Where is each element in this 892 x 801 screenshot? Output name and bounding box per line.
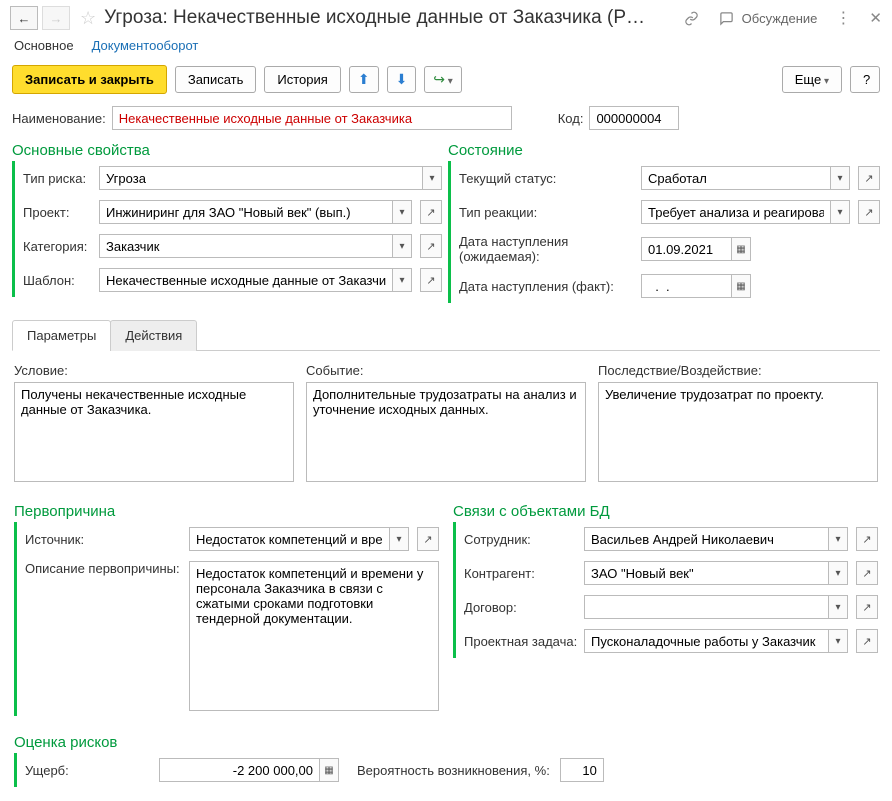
page-title: Угроза: Некачественные исходные данные о… [104,7,670,29]
status-label: Текущий статус: [459,171,637,186]
arrow-down-icon: ⬇ [396,71,408,87]
condition-textarea[interactable] [14,382,294,482]
source-label: Источник: [25,532,185,547]
desc-label: Описание первопричины: [25,561,185,576]
date-exp-calendar[interactable]: ▦ [731,237,751,261]
prob-label: Вероятность возникновения, %: [357,763,550,778]
arrow-right-icon: → [50,11,63,26]
section-links: Связи с объектами БД [453,495,878,522]
risk-type-label: Тип риска: [23,171,95,186]
counterparty-label: Контрагент: [464,566,580,581]
calendar-icon: ▦ [736,244,745,255]
employee-open[interactable]: ↗ [856,527,878,551]
task-label: Проектная задача: [464,634,580,649]
source-dropdown[interactable]: ▾ [389,527,409,551]
template-input[interactable] [99,268,392,292]
code-input[interactable] [589,106,679,130]
section-main-props: Основные свойства [12,134,442,161]
counterparty-open[interactable]: ↗ [856,561,878,585]
project-label: Проект: [23,205,95,220]
contract-label: Договор: [464,600,580,615]
goto-icon: ↪ [433,71,445,87]
status-open[interactable]: ↗ [858,166,880,190]
calendar-icon: ▦ [736,281,745,292]
tab-docflow[interactable]: Документооборот [92,38,199,53]
status-input[interactable] [641,166,830,190]
reaction-open[interactable]: ↗ [858,200,880,224]
date-exp-label: Дата наступления (ожидаемая): [459,234,637,264]
name-input[interactable] [112,106,512,130]
link-icon[interactable] [684,11,699,26]
history-button[interactable]: История [264,66,340,93]
date-fact-label: Дата наступления (факт): [459,279,637,294]
template-label: Шаблон: [23,273,95,288]
date-fact-calendar[interactable]: ▦ [731,274,751,298]
consequence-textarea[interactable] [598,382,878,482]
reaction-input[interactable] [641,200,830,224]
nav-back-button[interactable]: ← [10,6,38,30]
reaction-label: Тип реакции: [459,205,637,220]
employee-dropdown[interactable]: ▾ [828,527,848,551]
nav-forward-button[interactable]: → [42,6,70,30]
counterparty-input[interactable] [584,561,828,585]
task-dropdown[interactable]: ▾ [828,629,848,653]
template-dropdown[interactable]: ▾ [392,268,412,292]
save-close-button[interactable]: Записать и закрыть [12,65,167,94]
desc-textarea[interactable] [189,561,439,711]
tab-params[interactable]: Параметры [12,320,111,351]
task-input[interactable] [584,629,828,653]
source-open[interactable]: ↗ [417,527,439,551]
help-button[interactable]: ? [850,66,880,93]
section-state: Состояние [448,134,880,161]
contract-open[interactable]: ↗ [856,595,878,619]
category-open[interactable]: ↗ [420,234,442,258]
tab-actions[interactable]: Действия [110,320,197,351]
project-dropdown[interactable]: ▾ [392,200,412,224]
name-label: Наименование: [12,111,106,126]
employee-label: Сотрудник: [464,532,580,547]
category-label: Категория: [23,239,95,254]
code-label: Код: [558,111,584,126]
event-label: Событие: [306,363,586,378]
section-risk-eval: Оценка рисков [14,726,878,753]
employee-input[interactable] [584,527,828,551]
consequence-label: Последствие/Воздействие: [598,363,878,378]
discuss-link[interactable]: Обсуждение [742,11,818,26]
risk-type-input[interactable] [99,166,422,190]
favorite-star-icon[interactable]: ☆ [80,8,96,29]
event-textarea[interactable] [306,382,586,482]
close-icon[interactable]: ✕ [869,9,882,27]
date-fact-input[interactable] [641,274,731,298]
section-rootcause: Первопричина [14,495,439,522]
task-open[interactable]: ↗ [856,629,878,653]
goto-button[interactable]: ↪ [424,66,462,93]
arrow-up-icon: ⬆ [358,71,370,87]
project-input[interactable] [99,200,392,224]
category-input[interactable] [99,234,392,258]
discuss-icon[interactable] [719,11,734,26]
counterparty-dropdown[interactable]: ▾ [828,561,848,585]
more-button[interactable]: Еще [782,66,842,93]
arrow-left-icon: ← [18,11,31,26]
more-menu-icon[interactable]: ⋮ [835,8,851,28]
condition-label: Условие: [14,363,294,378]
reaction-dropdown[interactable]: ▾ [830,200,850,224]
move-down-button[interactable]: ⬇ [387,66,417,93]
tab-main[interactable]: Основное [14,38,74,53]
date-exp-input[interactable] [641,237,731,261]
project-open[interactable]: ↗ [420,200,442,224]
template-open[interactable]: ↗ [420,268,442,292]
contract-input[interactable] [584,595,828,619]
damage-label: Ущерб: [25,763,155,778]
category-dropdown[interactable]: ▾ [392,234,412,258]
move-up-button[interactable]: ⬆ [349,66,379,93]
contract-dropdown[interactable]: ▾ [828,595,848,619]
status-dropdown[interactable]: ▾ [830,166,850,190]
calculator-icon: ▦ [324,765,333,776]
save-button[interactable]: Записать [175,66,257,93]
risk-type-dropdown[interactable]: ▾ [422,166,442,190]
source-input[interactable] [189,527,389,551]
